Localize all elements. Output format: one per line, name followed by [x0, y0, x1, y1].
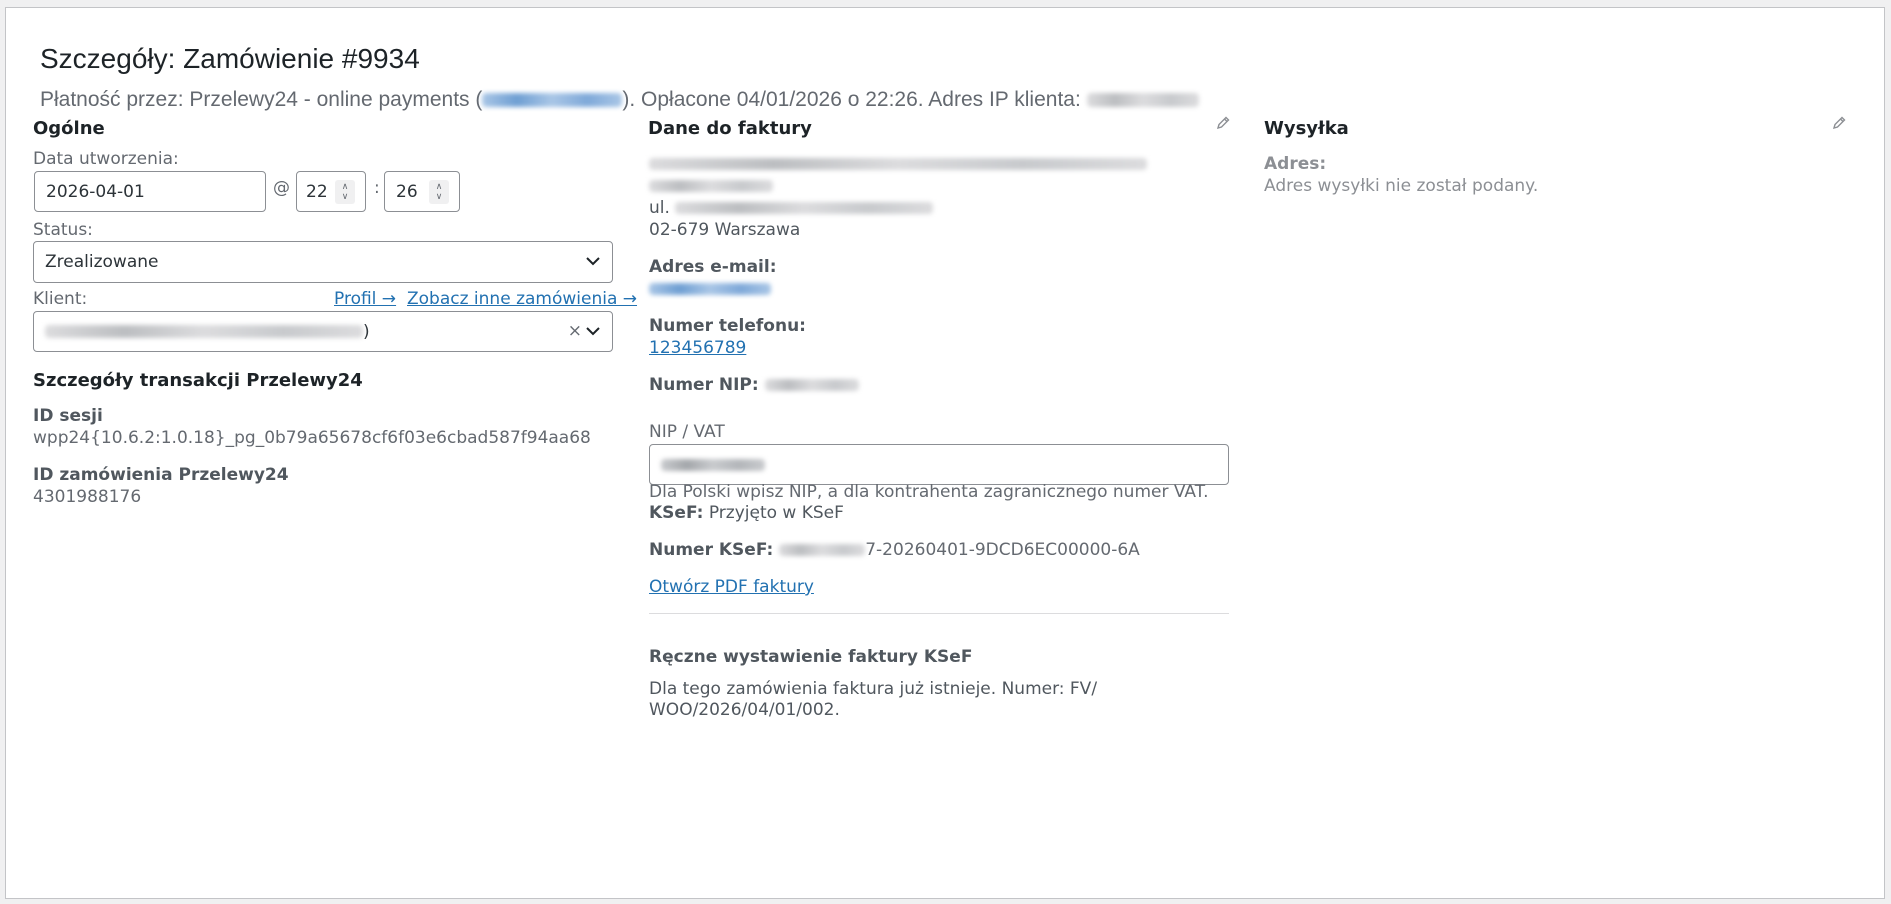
nip-vat-label: NIP / VAT — [649, 422, 725, 442]
nip-label: Numer NIP: — [649, 375, 765, 395]
billing-section-title: Dane do faktury — [648, 118, 812, 139]
colon-separator: : — [374, 178, 380, 198]
payment-transaction-link[interactable] — [482, 88, 623, 111]
edit-billing-pencil-icon[interactable] — [1215, 115, 1231, 131]
status-label: Status: — [33, 220, 93, 240]
nip-row: Numer NIP: — [649, 375, 859, 395]
billing-city: 02-679 Warszawa — [649, 220, 801, 240]
minute-value: 26 — [396, 181, 418, 202]
email-label: Adres e-mail: — [649, 257, 777, 277]
section-divider — [649, 613, 1229, 614]
client-label: Klient: — [33, 289, 88, 309]
redacted-client-name — [45, 325, 363, 338]
at-separator: @ — [273, 178, 290, 198]
status-select[interactable]: Zrealizowane — [33, 241, 613, 283]
ksef-status: KSeF: Przyjęto w KSeF — [649, 503, 844, 523]
ksef-number-label: Numer KSeF: — [649, 540, 780, 560]
redacted-ksef-number — [779, 544, 866, 556]
redacted-billing-name — [649, 180, 773, 192]
nip-vat-input[interactable] — [649, 444, 1229, 485]
payment-info: Płatność przez: Przelewy24 - online paym… — [40, 88, 1199, 112]
ksef-label: KSeF: — [649, 503, 704, 523]
session-id-label: ID sesji — [33, 406, 103, 426]
payment-suffix: ). Opłacone 04/01/2026 o 22:26. Adres IP… — [622, 88, 1087, 111]
shipping-address-value: Adres wysyłki nie został podany. — [1264, 176, 1539, 196]
client-other-orders-link[interactable]: Zobacz inne zamówienia → — [407, 289, 637, 309]
manual-ksef-title: Ręczne wystawienie faktury KSeF — [649, 647, 973, 667]
billing-street: ul. — [649, 198, 934, 218]
redacted-billing-company — [649, 158, 1147, 170]
client-value-suffix: ) — [363, 321, 370, 342]
phone-link[interactable]: 123456789 — [649, 338, 746, 358]
redacted-nip — [764, 379, 859, 391]
edit-shipping-pencil-icon[interactable] — [1831, 115, 1847, 131]
date-created-input[interactable]: 2026-04-01 — [34, 171, 266, 212]
transaction-section-title: Szczegóły transakcji Przelewy24 — [33, 370, 363, 391]
redacted-ip — [1086, 93, 1199, 108]
hour-value: 22 — [306, 181, 328, 202]
clear-client-icon[interactable]: × — [568, 321, 582, 341]
general-section-title: Ogólne — [33, 118, 105, 139]
hour-input[interactable]: 22 ∧ ∨ — [296, 171, 366, 212]
chevron-down-icon — [586, 326, 600, 335]
status-value: Zrealizowane — [45, 252, 159, 272]
ksef-value: Przyjęto w KSeF — [703, 503, 844, 523]
ksef-number-suffix: 7-20260401-9DCD6EC00000-6A — [865, 540, 1140, 560]
date-created-value: 2026-04-01 — [46, 181, 145, 202]
client-select[interactable]: ) × — [33, 311, 613, 352]
shipping-section-title: Wysyłka — [1264, 118, 1349, 139]
p24-order-id-label: ID zamówienia Przelewy24 — [33, 465, 289, 485]
date-created-label: Data utworzenia: — [33, 149, 179, 169]
manual-ksef-text-line1: Dla tego zamówienia faktura już istnieje… — [649, 679, 1098, 699]
minute-input[interactable]: 26 ∧ ∨ — [384, 171, 460, 212]
manual-ksef-text-line2: WOO/2026/04/01/002. — [649, 700, 840, 720]
street-prefix: ul. — [649, 198, 676, 218]
redacted-email-link[interactable] — [649, 283, 771, 295]
chevron-down-icon — [586, 257, 600, 266]
page-title: Szczegóły: Zamówienie #9934 — [40, 43, 420, 74]
ksef-number-row: Numer KSeF: 7-20260401-9DCD6EC00000-6A — [649, 540, 1140, 560]
order-details-panel: Szczegóły: Zamówienie #9934 Płatność prz… — [5, 7, 1885, 899]
p24-order-id-value: 4301988176 — [33, 487, 142, 507]
payment-prefix: Płatność przez: Przelewy24 - online paym… — [40, 88, 483, 111]
open-invoice-pdf-link[interactable]: Otwórz PDF faktury — [649, 577, 814, 597]
redacted-street — [675, 202, 934, 214]
nip-vat-hint: Dla Polski wpisz NIP, a dla kontrahenta … — [649, 482, 1209, 502]
redacted-nip-value — [661, 458, 765, 471]
minute-spinner-icon[interactable]: ∧ ∨ — [429, 180, 449, 204]
redacted-transaction-id — [482, 93, 623, 108]
shipping-address-label: Adres: — [1264, 154, 1327, 174]
client-profile-link[interactable]: Profil → — [334, 289, 396, 309]
session-id-value: wpp24{10.6.2:1.0.18}_pg_0b79a65678cf6f03… — [33, 428, 591, 448]
hour-spinner-icon[interactable]: ∧ ∨ — [335, 180, 355, 204]
phone-label: Numer telefonu: — [649, 316, 806, 336]
